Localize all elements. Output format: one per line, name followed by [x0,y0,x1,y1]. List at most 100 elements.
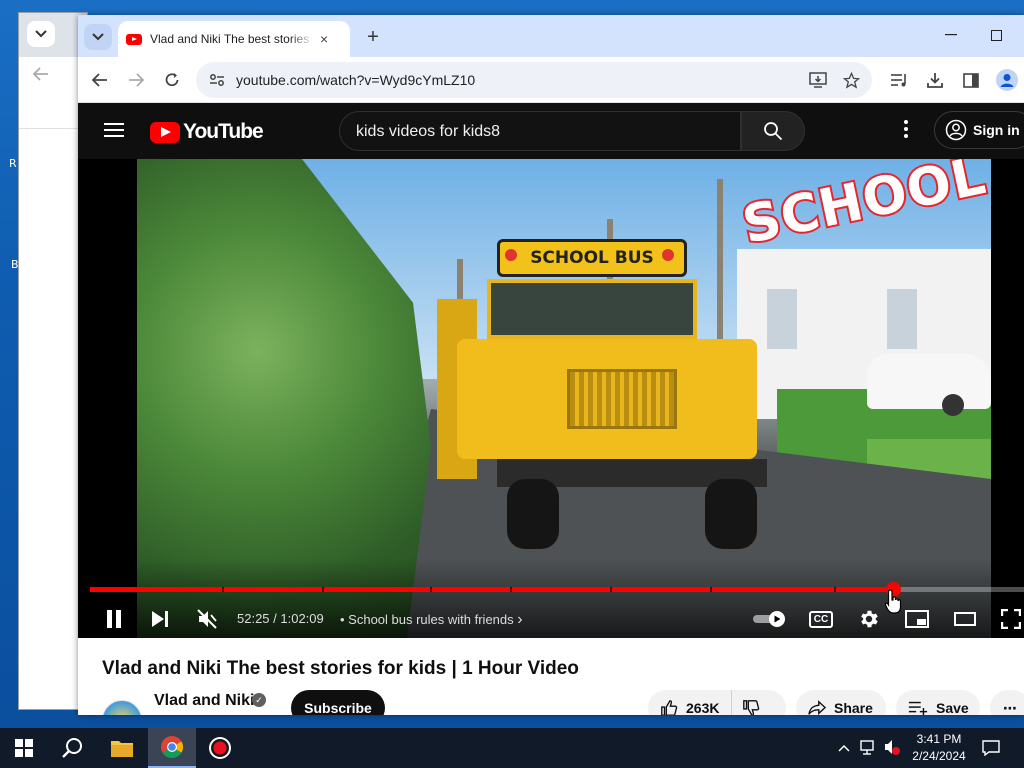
notifications-button[interactable] [970,728,1012,768]
dislike-button[interactable] [732,699,760,715]
notification-icon [982,740,1000,756]
network-icon[interactable] [860,740,878,756]
bus-sign: SCHOOL BUS [497,239,687,277]
youtube-logo[interactable]: YouTube [150,120,264,144]
chapter-marker [510,587,512,592]
downloads-icon[interactable] [922,67,948,93]
video-time: 52:25 / 1:02:09 [237,611,324,626]
chrome-icon [161,736,183,758]
next-button[interactable] [146,603,174,635]
bookmark-star-icon[interactable] [839,68,863,92]
side-panel-icon[interactable] [958,67,984,93]
mute-button[interactable] [193,603,221,635]
miniplayer-icon [905,610,929,628]
more-actions-icon: ⋯ [1003,699,1017,716]
maximize-button[interactable] [981,23,1011,47]
close-tab-icon[interactable]: × [320,31,328,47]
browser-toolbar: youtube.com/watch?v=Wyd9cYmLZ10 [78,57,1024,103]
search-input[interactable]: kids videos for kids8 [339,111,741,151]
tab-youtube[interactable]: Vlad and Niki The best stories f × [118,21,350,57]
bus-wheel [507,479,559,549]
background-tabbar [19,13,87,57]
forward-button[interactable] [123,67,149,93]
volume-muted-icon [197,609,217,629]
thumbs-down-icon [743,700,760,715]
more-options-icon[interactable] [896,120,916,144]
tab-search-button[interactable] [84,24,112,50]
share-button[interactable]: Share [796,690,886,715]
search-icon [764,122,783,141]
folder-icon [111,741,133,757]
file-explorer-button[interactable] [98,728,146,768]
chrome-taskbar-button[interactable] [148,728,196,768]
chapter-marker [610,587,612,592]
captions-button[interactable]: CC [807,603,835,635]
url-text[interactable]: youtube.com/watch?v=Wyd9cYmLZ10 [236,72,475,88]
taskbar-clock[interactable]: 3:41 PM 2/24/2024 [906,731,972,765]
skip-next-icon [152,611,168,627]
theater-mode-button[interactable] [950,603,980,635]
settings-button[interactable] [855,603,883,635]
youtube-play-logo-icon [150,121,180,143]
video-player[interactable]: SCHOOL BUS SCHOOL 52:25 / 1:02:09 • Scho… [78,159,1024,638]
menu-icon[interactable] [104,123,124,137]
new-tab-button[interactable]: + [360,24,386,50]
video-details: Vlad and Niki The best stories for kids … [78,638,1024,715]
channel-avatar[interactable] [102,700,142,715]
back-arrow-icon[interactable] [33,67,49,81]
start-button[interactable] [0,728,48,768]
chapter-label: • School bus rules with friends [340,612,514,627]
install-app-icon[interactable] [806,68,830,92]
thumbs-up-icon [661,700,678,715]
chapter-title[interactable]: • School bus rules with friends › [340,611,523,629]
desktop-icon-label[interactable]: R [9,157,17,170]
captions-icon: CC [808,610,834,628]
school-bus: SCHOOL BUS [437,239,777,559]
more-actions-button[interactable]: ⋯ [990,690,1024,715]
volume-muted-tray-icon[interactable] [884,739,902,758]
address-bar[interactable]: youtube.com/watch?v=Wyd9cYmLZ10 [196,62,872,98]
taskbar-search-button[interactable] [48,728,96,768]
channel-name[interactable]: Vlad and Niki [154,692,254,710]
system-tray [838,728,902,768]
clock-time: 3:41 PM [916,732,962,746]
recorder-taskbar-button[interactable] [196,728,244,768]
search-button[interactable] [741,111,805,151]
profile-avatar-icon[interactable] [994,67,1020,93]
chapter-marker [834,587,836,592]
media-controls-icon[interactable] [886,67,912,93]
reload-icon [165,73,179,87]
verified-badge-icon: ✓ [252,693,266,707]
theater-mode-icon [954,612,976,626]
chevron-down-icon[interactable] [27,21,55,47]
like-count: 263K [686,700,720,715]
youtube-wordmark: YouTube [183,120,264,143]
subscribe-button[interactable]: Subscribe [291,690,385,715]
site-info-icon[interactable] [204,67,230,93]
bus-grille [567,369,677,429]
save-button[interactable]: Save [896,690,980,715]
minimize-button[interactable] [936,23,966,47]
back-button[interactable] [87,67,113,93]
video-title: Vlad and Niki The best stories for kids … [102,658,579,679]
youtube-page: YouTube kids videos for kids8 Sign in SC… [78,103,1024,715]
bus-windshield [487,279,697,339]
youtube-header: YouTube kids videos for kids8 Sign in [78,103,1024,159]
fullscreen-icon [1001,609,1021,629]
chevron-up-icon[interactable] [838,744,850,752]
save-label: Save [936,700,969,715]
chevron-down-icon [92,33,104,41]
clock-date: 2/24/2024 [912,749,966,763]
fullscreen-button[interactable] [998,603,1024,635]
chevron-right-icon: › [517,611,523,628]
autoplay-toggle[interactable] [752,603,788,635]
like-button[interactable]: 263K [648,690,733,715]
back-arrow-icon [92,73,107,87]
sign-in-button[interactable]: Sign in [934,111,1024,149]
windows-logo-icon [15,739,33,757]
miniplayer-button[interactable] [902,603,932,635]
save-playlist-icon [908,701,928,715]
pause-button[interactable] [100,603,128,635]
reload-button[interactable] [159,67,185,93]
share-icon [808,700,826,715]
